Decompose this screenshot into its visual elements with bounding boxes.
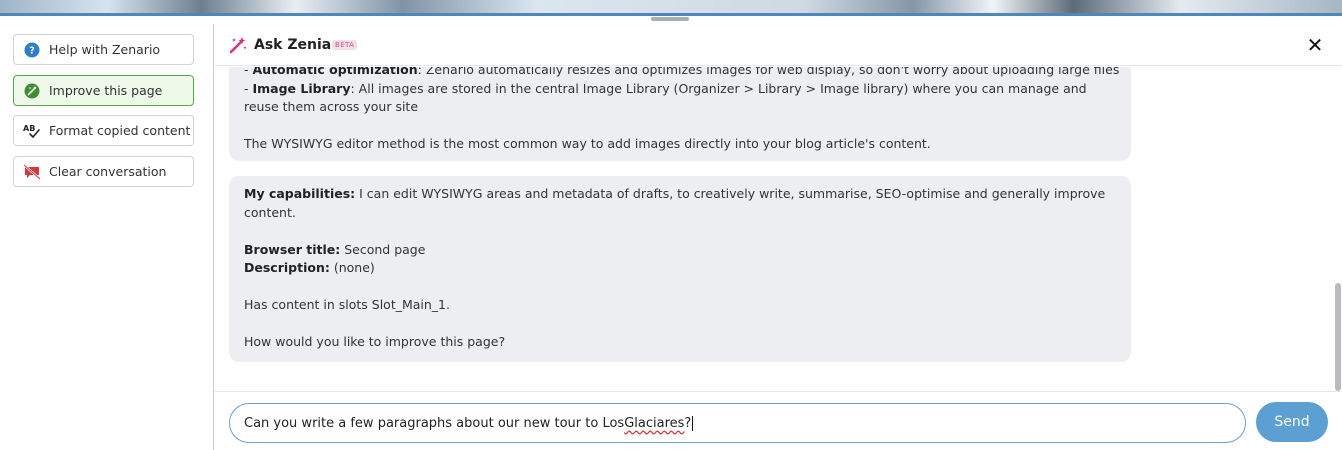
help-with-zenario-button[interactable]: ? Help with Zenario (13, 34, 194, 65)
improve-this-page-button[interactable]: Improve this page (13, 75, 194, 106)
clear-conversation-label: Clear conversation (49, 164, 167, 179)
clear-conversation-icon (23, 163, 41, 181)
spellcheck-icon: AB (23, 122, 41, 140)
clear-conversation-button[interactable]: Clear conversation (13, 156, 194, 187)
message-line: content. (244, 204, 296, 220)
panel-title: Ask Zenia (254, 37, 332, 53)
background-photo-strip (0, 0, 1342, 16)
message-line: Has content in slots Slot_Main_1. (244, 297, 450, 312)
close-icon[interactable]: ✕ (1304, 34, 1326, 56)
svg-text:AB: AB (23, 124, 35, 133)
message-line: Browser title: Second page (244, 241, 426, 257)
format-copied-content-button[interactable]: AB Format copied content (13, 115, 194, 146)
message-line: My capabilities: I can edit WYSIWYG area… (244, 186, 1106, 201)
resize-handle[interactable] (651, 17, 689, 21)
help-with-zenario-label: Help with Zenario (49, 42, 161, 57)
blue-divider (0, 13, 1342, 16)
improve-this-page-label: Improve this page (49, 83, 163, 98)
bold-term: Image Library (252, 80, 351, 96)
chat-panel: Ask Zenia BETA ✕ - Automatic optimizatio… (215, 24, 1342, 450)
assistant-message: - Automatic optimization: Zenario automa… (229, 67, 1131, 161)
conversation-scrollbar[interactable] (1334, 67, 1342, 391)
message-line: Description: (none) (244, 260, 375, 275)
misspelled-word: Glaciares (624, 415, 685, 431)
send-button[interactable]: Send (1256, 402, 1328, 442)
bold-term: Browser title: (244, 241, 341, 257)
help-circle-icon: ? (23, 41, 41, 59)
composer: Can you write a few paragraphs about our… (215, 391, 1342, 450)
bold-term: Automatic optimization (252, 67, 418, 77)
message-line: - Automatic optimization: Zenario automa… (244, 67, 1119, 80)
format-copied-content-label: Format copied content (49, 123, 191, 138)
improve-page-icon (23, 82, 41, 100)
bold-term: My capabilities: (244, 186, 356, 201)
message-line: The WYSIWYG editor method is the most co… (244, 136, 931, 151)
magic-wand-icon (228, 35, 248, 55)
conversation-area: - Automatic optimization: Zenario automa… (215, 67, 1333, 391)
chat-header: Ask Zenia BETA ✕ (215, 24, 1342, 66)
text-caret (692, 415, 694, 431)
assistant-message: My capabilities: I can edit WYSIWYG area… (229, 176, 1131, 362)
message-line: - Image Library: All images are stored i… (244, 80, 1087, 96)
beta-badge: BETA (332, 40, 358, 50)
scrollbar-thumb[interactable] (1335, 283, 1341, 391)
message-input[interactable]: Can you write a few paragraphs about our… (229, 403, 1246, 443)
message-line: How would you like to improve this page? (244, 334, 506, 349)
message-line: reuse them across your site (244, 99, 419, 114)
sidebar: ? Help with Zenario Improve this page AB… (0, 24, 214, 450)
svg-text:?: ? (29, 45, 35, 56)
bold-term: Description: (244, 260, 330, 275)
